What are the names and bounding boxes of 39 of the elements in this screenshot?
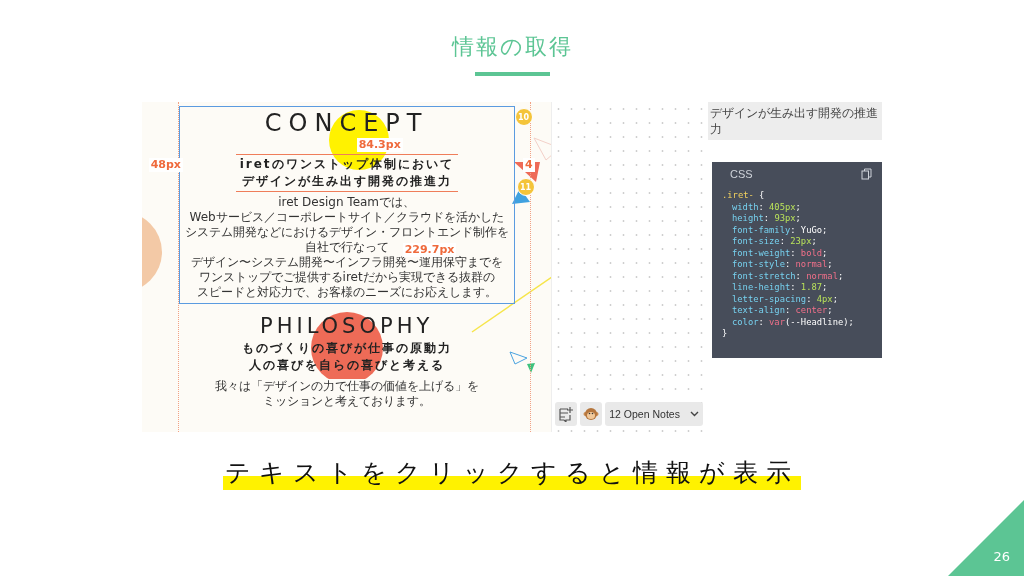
body-text-line[interactable]: デザイン〜システム開発〜インフラ開発〜運用保守までを <box>190 255 503 270</box>
body-text-line[interactable]: 自社で行なって <box>304 240 389 255</box>
code-line: text-align: center; <box>731 305 834 317</box>
selected-text-preview: デザインが生み出す開発の推進力 <box>708 102 882 140</box>
code-line: font-stretch: normal; <box>731 270 845 282</box>
measurement-label: 84.3px <box>356 138 403 152</box>
body-text-line[interactable]: Webサービス／コーポレートサイト／クラウドを活かした <box>189 210 504 225</box>
code-line: .iret- { <box>721 190 766 202</box>
code-line: font-size: 23px; <box>731 236 818 248</box>
add-note-button[interactable] <box>555 402 578 426</box>
code-line: color: var(--Headline); <box>731 316 855 328</box>
body-text-line[interactable]: ワンストップでご提供するiretだから実現できる抜群の <box>198 270 495 285</box>
code-line: font-style: normal; <box>731 259 834 271</box>
caret-icon <box>690 411 699 417</box>
measurement-label: 4 <box>522 158 535 172</box>
monkey-face-icon <box>583 406 600 422</box>
code-line: line-height: 1.87; <box>731 282 829 294</box>
page-number: 26 <box>993 549 1010 564</box>
body-text-line[interactable]: iret Design Teamでは、 <box>278 195 416 210</box>
code-line: width: 405px; <box>731 201 802 213</box>
body-text-line[interactable]: システム開発などにおけるデザイン・フロントエンド制作を <box>184 225 509 240</box>
subheading-line[interactable]: ものづくりの喜びが仕事の原動力 <box>241 340 452 357</box>
code-line: letter-spacing: 4px; <box>731 293 839 305</box>
slide-title: 情報の取得 <box>451 33 573 61</box>
css-panel-title: CSS <box>730 168 753 180</box>
code-line: font-weight: bold; <box>731 247 829 259</box>
measurement-label: 48px <box>148 158 183 172</box>
notes-dropdown[interactable]: 12 Open Notes <box>605 402 703 426</box>
copy-icon[interactable] <box>861 168 872 180</box>
subheading-line[interactable]: デザインが生み出す開発の推進力 <box>239 173 454 190</box>
measurement-label: 229.7px <box>402 243 457 257</box>
body-text-line[interactable]: スピードと対応力で、お客様のニーズにお応えします。 <box>196 285 497 300</box>
code-line: font-family: YuGo; <box>731 224 829 236</box>
code-line: } <box>721 328 729 340</box>
body-text-line[interactable]: 我々は「デザインの力で仕事の価値を上げる」を <box>214 379 479 394</box>
body-text-line[interactable]: ミッションと考えております。 <box>262 394 431 409</box>
note-add-icon <box>558 406 575 422</box>
code-line: height: 93px; <box>731 213 802 225</box>
avatar-button[interactable] <box>580 402 603 426</box>
